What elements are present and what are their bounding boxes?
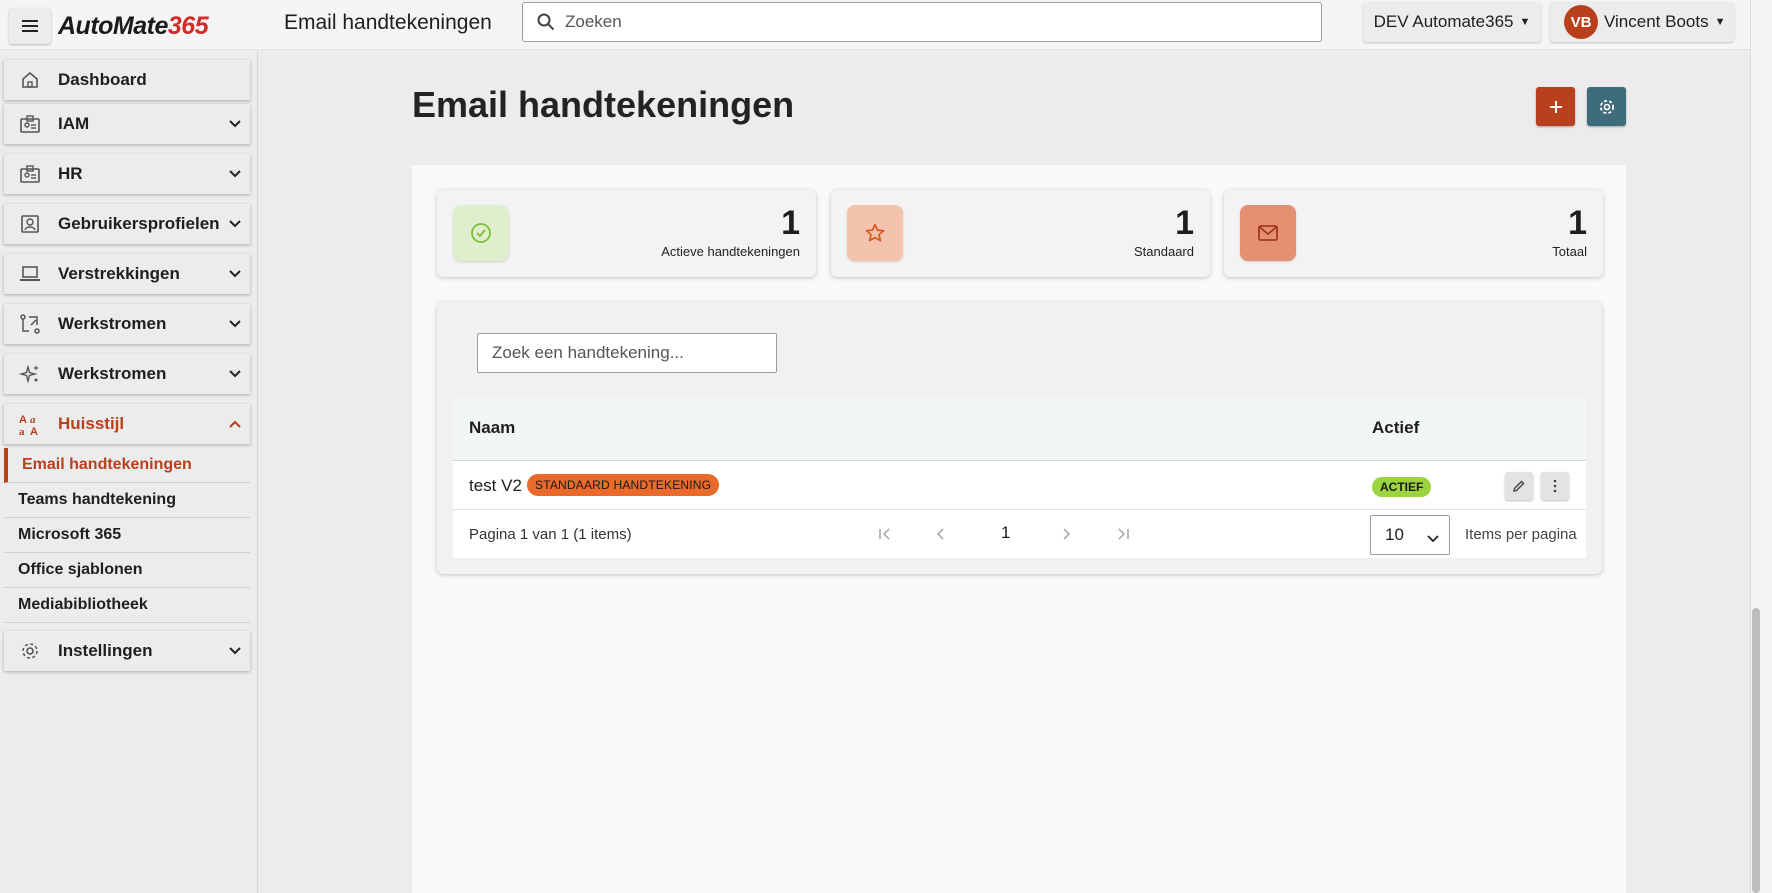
profile-icon <box>10 214 50 234</box>
edit-button[interactable] <box>1505 472 1533 500</box>
top-bar: AutoMate365 Email handtekeningen DEV Aut… <box>0 0 1750 50</box>
last-page-icon[interactable] <box>1113 524 1133 544</box>
chevron-down-icon <box>220 370 250 378</box>
home-icon <box>10 70 50 90</box>
stat-card-active: 1 Actieve handtekeningen <box>437 190 816 277</box>
tenant-name: DEV Automate365 <box>1373 12 1514 31</box>
svg-text:A: A <box>30 426 38 436</box>
svg-text:a: a <box>30 414 36 426</box>
plus-icon <box>1549 100 1562 113</box>
chevron-down-icon <box>220 220 250 228</box>
chevron-down-icon <box>220 270 250 278</box>
stat-card-standard: 1 Standaard <box>831 190 1210 277</box>
more-options-button[interactable] <box>1541 472 1569 500</box>
user-menu[interactable]: VB Vincent Boots ▼ <box>1550 2 1734 42</box>
global-search[interactable] <box>522 2 1322 42</box>
star-icon <box>847 205 903 261</box>
sidebar-item-dashboard[interactable]: Dashboard <box>4 60 250 100</box>
sidebar-item-hr[interactable]: HR <box>4 154 250 194</box>
sidebar-item-gebruikersprofielen[interactable]: Gebruikersprofielen <box>4 204 250 244</box>
mail-icon <box>1240 205 1296 261</box>
table-row[interactable]: test V2 STANDAARD HANDTEKENING ACTIEF <box>453 461 1586 510</box>
add-button[interactable] <box>1536 87 1575 126</box>
chevron-down-icon <box>220 120 250 128</box>
chevron-down-icon <box>1427 528 1439 548</box>
tenant-selector[interactable]: DEV Automate365 ▼ <box>1363 2 1541 42</box>
signature-search-input[interactable] <box>477 333 777 373</box>
sidebar-subitem-teams-handtekening[interactable]: Teams handtekening <box>4 483 250 518</box>
typography-icon: AaaA <box>10 412 50 436</box>
current-page[interactable]: 1 <box>1001 523 1010 543</box>
user-name: Vincent Boots <box>1604 12 1709 31</box>
badge-icon <box>10 164 50 184</box>
chevron-down-icon <box>220 320 250 328</box>
chevron-down-icon <box>220 170 250 178</box>
signatures-table: Naam Actief test V2 STANDAARD HANDTEKENI… <box>453 397 1586 558</box>
first-page-icon[interactable] <box>875 524 895 544</box>
flow-icon <box>10 313 50 335</box>
sidebar-item-iam[interactable]: IAM <box>4 104 250 144</box>
stat-value: 1 <box>781 204 800 242</box>
sidebar-item-verstrekkingen[interactable]: Verstrekkingen <box>4 254 250 294</box>
standard-signature-badge: STANDAARD HANDTEKENING <box>527 474 720 496</box>
stat-label: Standaard <box>1134 244 1194 259</box>
avatar: VB <box>1564 5 1598 39</box>
app-logo[interactable]: AutoMate365 <box>58 12 209 41</box>
caret-down-icon: ▼ <box>1714 16 1726 28</box>
table-pagination: Pagina 1 van 1 (1 items) 1 10 Items per … <box>453 510 1586 558</box>
chevron-up-icon <box>220 420 250 428</box>
scrollbar-thumb[interactable] <box>1752 608 1760 893</box>
search-input[interactable] <box>563 11 1263 33</box>
check-circle-icon <box>453 205 509 261</box>
caret-down-icon: ▼ <box>1519 16 1531 28</box>
previous-page-icon[interactable] <box>930 524 950 544</box>
laptop-icon <box>10 265 50 283</box>
menu-icon <box>22 20 38 32</box>
row-name: test V2 <box>469 476 522 495</box>
status-badge: ACTIEF <box>1372 477 1432 497</box>
sidebar-item-werkstromen-2[interactable]: Werkstromen <box>4 354 250 394</box>
stat-value: 1 <box>1568 204 1587 242</box>
more-vertical-icon <box>1553 479 1557 493</box>
svg-text:a: a <box>19 426 25 436</box>
svg-text:A: A <box>19 414 27 426</box>
sidebar-item-instellingen[interactable]: Instellingen <box>4 631 250 671</box>
sidebar: Dashboard IAM HR Gebruikersprofielen Ver… <box>0 50 258 893</box>
chevron-down-icon <box>220 647 250 655</box>
stat-value: 1 <box>1175 204 1194 242</box>
header-page-title: Email handtekeningen <box>284 11 492 34</box>
sparkle-icon <box>10 363 50 385</box>
page-size-value: 10 <box>1385 525 1404 544</box>
stat-label: Actieve handtekeningen <box>661 244 800 259</box>
search-icon <box>537 13 555 31</box>
page-size-select[interactable]: 10 <box>1370 515 1450 555</box>
sidebar-subitem-mediabibliotheek[interactable]: Mediabibliotheek <box>4 588 250 623</box>
stat-card-total: 1 Totaal <box>1224 190 1603 277</box>
sidebar-subitem-microsoft-365[interactable]: Microsoft 365 <box>4 518 250 553</box>
sidebar-item-werkstromen-1[interactable]: Werkstromen <box>4 304 250 344</box>
page-title: Email handtekeningen <box>412 84 795 125</box>
column-header-actief[interactable]: Actief <box>1372 418 1419 438</box>
next-page-icon[interactable] <box>1057 524 1077 544</box>
sidebar-subitem-email-handtekeningen[interactable]: Email handtekeningen <box>4 448 250 483</box>
pagination-info: Pagina 1 van 1 (1 items) <box>469 526 632 543</box>
items-per-page-label: Items per pagina <box>1465 526 1577 543</box>
pencil-icon <box>1513 480 1525 492</box>
badge-icon <box>10 114 50 134</box>
sidebar-subitem-office-sjablonen[interactable]: Office sjablonen <box>4 553 250 588</box>
column-header-naam[interactable]: Naam <box>469 418 515 438</box>
gear-icon <box>10 641 50 661</box>
settings-button[interactable] <box>1587 87 1626 126</box>
gear-icon <box>1599 99 1614 114</box>
sidebar-item-huisstijl[interactable]: AaaA Huisstijl <box>4 404 250 444</box>
table-header: Naam Actief <box>453 397 1586 461</box>
hamburger-menu-button[interactable] <box>9 8 51 44</box>
stat-label: Totaal <box>1552 244 1587 259</box>
